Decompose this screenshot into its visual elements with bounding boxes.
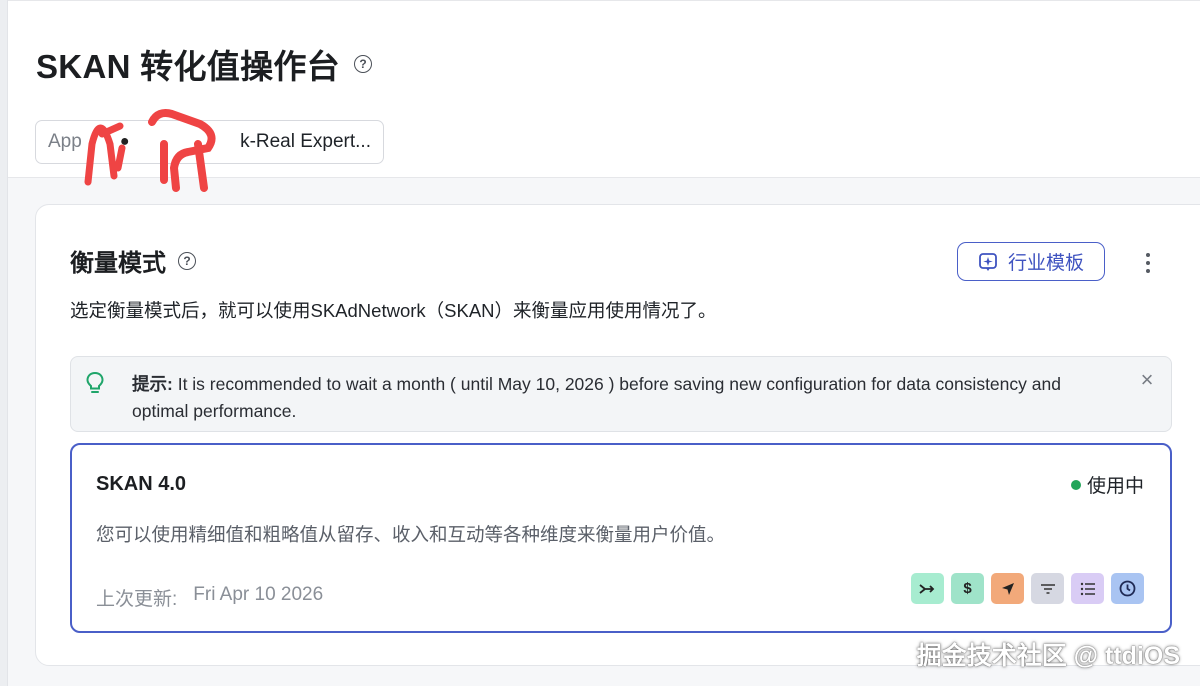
page-title: SKAN 转化值操作台: [36, 48, 340, 85]
app-selector-value: k-Real Expert...: [240, 131, 371, 152]
question-circle-icon[interactable]: ?: [353, 55, 372, 73]
industry-template-button[interactable]: 行业模板: [957, 242, 1105, 281]
list-icon: [1071, 573, 1104, 604]
section-title-row: 衡量模式 ?: [70, 243, 196, 278]
last-updated-label: 上次更新:: [96, 589, 178, 610]
dollar-icon: $: [951, 573, 984, 604]
question-circle-icon[interactable]: ?: [178, 251, 196, 270]
close-icon[interactable]: ×: [1138, 369, 1156, 391]
mode-description: 您可以使用精细值和粗略值从留存、收入和互动等各种维度来衡量用户价值。: [96, 524, 726, 545]
tip-text: 提示: It is recommended to wait a month ( …: [132, 371, 1122, 425]
section-description: 选定衡量模式后，就可以使用SKAdNetwork（SKAN）来衡量应用使用情况了…: [70, 300, 717, 321]
feature-icons: $: [911, 573, 1144, 604]
filter-icon: [1031, 573, 1064, 604]
status-badge: 使用中: [1070, 471, 1144, 498]
watermark: 掘金技术社区 @ ttdiOS: [916, 642, 1180, 670]
industry-template-label: 行业模板: [1007, 253, 1084, 274]
last-updated-value: Fri Apr 10 2026: [193, 584, 324, 605]
tip-banner: 提示: It is recommended to wait a month ( …: [70, 356, 1172, 432]
measurement-mode-card: 衡量模式 ? 行业模板 选定衡量模式后，就可以使用SKAdNetwork（SKA…: [35, 204, 1200, 666]
section-title: 衡量模式: [70, 250, 166, 277]
tip-prefix: 提示:: [132, 374, 173, 394]
redaction-scribble: [84, 109, 216, 192]
merge-icon: [911, 573, 944, 604]
sparkle-icon: [979, 252, 997, 271]
mode-title: SKAN 4.0: [96, 473, 187, 495]
left-border: [0, 0, 8, 686]
skan-mode-option[interactable]: SKAN 4.0 使用中 您可以使用精细值和粗略值从留存、收入和互动等各种维度来…: [70, 443, 1172, 633]
lightbulb-icon: [86, 371, 104, 393]
more-options-icon[interactable]: [1142, 251, 1154, 275]
app-selector-label: App: [48, 131, 82, 152]
tip-message: It is recommended to wait a month ( unti…: [132, 374, 1061, 421]
last-updated: 上次更新: Fri Apr 10 2026: [96, 584, 323, 611]
clock-icon: [1111, 573, 1144, 604]
navigation-arrow-icon: [991, 573, 1024, 604]
status-label: 使用中: [1086, 476, 1144, 497]
status-dot-icon: [1070, 479, 1081, 490]
page-title-row: SKAN 转化值操作台 ?: [36, 40, 372, 88]
